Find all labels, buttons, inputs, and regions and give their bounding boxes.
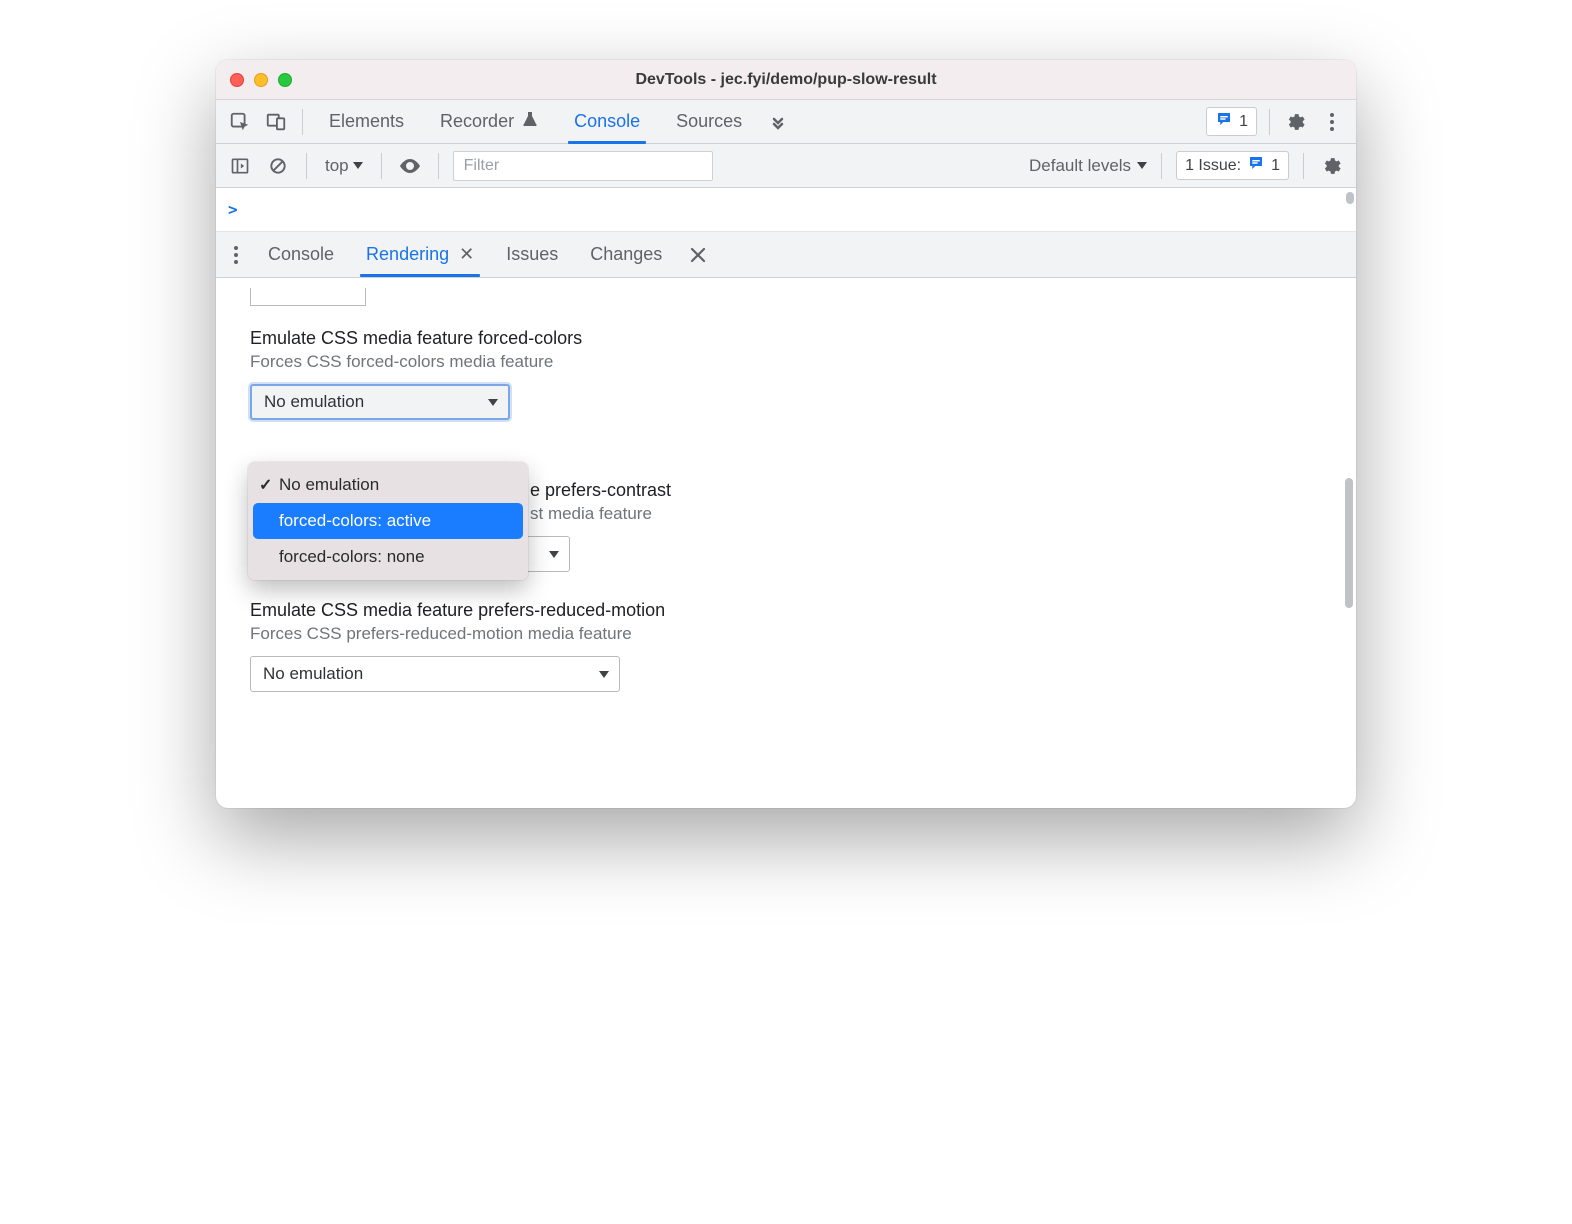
issues-link[interactable]: 1 Issue: 1 [1176, 151, 1289, 180]
drawer-tab-changes[interactable]: Changes [576, 233, 676, 277]
setting-title: Emulate CSS media feature forced-colors [250, 328, 1322, 349]
prefers-reduced-motion-value: No emulation [263, 664, 363, 684]
levels-value: Default levels [1029, 156, 1131, 176]
scroll-thumb[interactable] [1346, 192, 1354, 204]
divider [302, 109, 303, 135]
issues-link-label: 1 Issue: [1185, 157, 1241, 175]
caret-down-icon [549, 551, 559, 558]
toggle-device-toolbar-icon[interactable] [262, 108, 290, 136]
setting-desc: Forces CSS forced-colors media feature [250, 352, 1322, 372]
console-settings-icon[interactable] [1318, 152, 1346, 180]
tab-elements[interactable]: Elements [315, 100, 418, 144]
chat-icon [1215, 110, 1233, 133]
flask-icon [522, 110, 538, 133]
divider [1303, 153, 1304, 179]
tab-recorder[interactable]: Recorder [426, 100, 552, 144]
more-tabs-icon[interactable] [764, 108, 792, 136]
close-drawer-icon[interactable] [684, 241, 712, 269]
scroll-thumb[interactable] [1345, 478, 1353, 608]
partial-select-above[interactable] [250, 288, 366, 306]
forced-colors-select[interactable]: No emulation [250, 384, 510, 420]
setting-title: Emulate CSS media feature prefers-reduce… [250, 600, 1322, 621]
forced-colors-value: No emulation [264, 392, 364, 412]
titlebar: DevTools - jec.fyi/demo/pup-slow-result [216, 60, 1356, 100]
divider [438, 153, 439, 179]
issues-link-count: 1 [1271, 157, 1280, 175]
close-tab-icon[interactable]: ✕ [459, 244, 474, 265]
drawer-tabs: Console Rendering ✕ Issues Changes [216, 232, 1356, 278]
settings-icon[interactable] [1282, 108, 1310, 136]
forced-colors-dropdown: No emulation forced-colors: active force… [248, 462, 528, 580]
issues-count-label: 1 [1239, 113, 1248, 131]
issues-counter[interactable]: 1 [1206, 107, 1257, 136]
caret-down-icon [488, 399, 498, 406]
close-window-button[interactable] [230, 73, 244, 87]
setting-forced-colors: Emulate CSS media feature forced-colors … [250, 328, 1322, 420]
kebab-menu-icon[interactable] [1318, 108, 1346, 136]
caret-down-icon [353, 162, 363, 169]
dropdown-option-forced-colors-active[interactable]: forced-colors: active [253, 503, 523, 539]
dropdown-option-no-emulation[interactable]: No emulation [253, 467, 523, 503]
console-prompt: > [228, 200, 238, 219]
drawer-tab-console[interactable]: Console [254, 233, 348, 277]
drawer-kebab-icon[interactable] [222, 241, 250, 269]
traffic-lights [230, 73, 292, 87]
devtools-window: DevTools - jec.fyi/demo/pup-slow-result … [216, 60, 1356, 808]
maximize-window-button[interactable] [278, 73, 292, 87]
console-toolbar: top Default levels 1 Issue: [216, 144, 1356, 188]
divider [381, 153, 382, 179]
prefers-reduced-motion-select[interactable]: No emulation [250, 656, 620, 692]
console-prompt-row[interactable]: > [216, 188, 1356, 232]
caret-down-icon [599, 671, 609, 678]
tab-sources[interactable]: Sources [662, 100, 756, 144]
tab-console[interactable]: Console [560, 100, 654, 144]
divider [1161, 153, 1162, 179]
context-value: top [325, 156, 349, 176]
context-select[interactable]: top [321, 156, 367, 176]
filter-input[interactable] [453, 151, 713, 181]
levels-select[interactable]: Default levels [1029, 156, 1147, 176]
tab-recorder-label: Recorder [440, 111, 514, 132]
chat-icon [1247, 154, 1265, 177]
caret-down-icon [1137, 162, 1147, 169]
rendering-panel: Emulate CSS media feature forced-colors … [216, 278, 1356, 808]
setting-prefers-reduced-motion: Emulate CSS media feature prefers-reduce… [250, 600, 1322, 692]
drawer-tab-rendering[interactable]: Rendering ✕ [352, 233, 488, 277]
drawer-tab-issues[interactable]: Issues [492, 233, 572, 277]
toggle-sidebar-icon[interactable] [226, 152, 254, 180]
inspect-element-icon[interactable] [226, 108, 254, 136]
divider [1269, 109, 1270, 135]
divider [306, 153, 307, 179]
dropdown-option-forced-colors-none[interactable]: forced-colors: none [253, 539, 523, 575]
minimize-window-button[interactable] [254, 73, 268, 87]
window-title: DevTools - jec.fyi/demo/pup-slow-result [216, 71, 1356, 89]
main-tabs: Elements Recorder Console Sources [216, 100, 1356, 144]
clear-console-icon[interactable] [264, 152, 292, 180]
drawer-tab-rendering-label: Rendering [366, 244, 449, 265]
setting-desc: Forces CSS prefers-reduced-motion media … [250, 624, 1322, 644]
eye-icon[interactable] [396, 152, 424, 180]
